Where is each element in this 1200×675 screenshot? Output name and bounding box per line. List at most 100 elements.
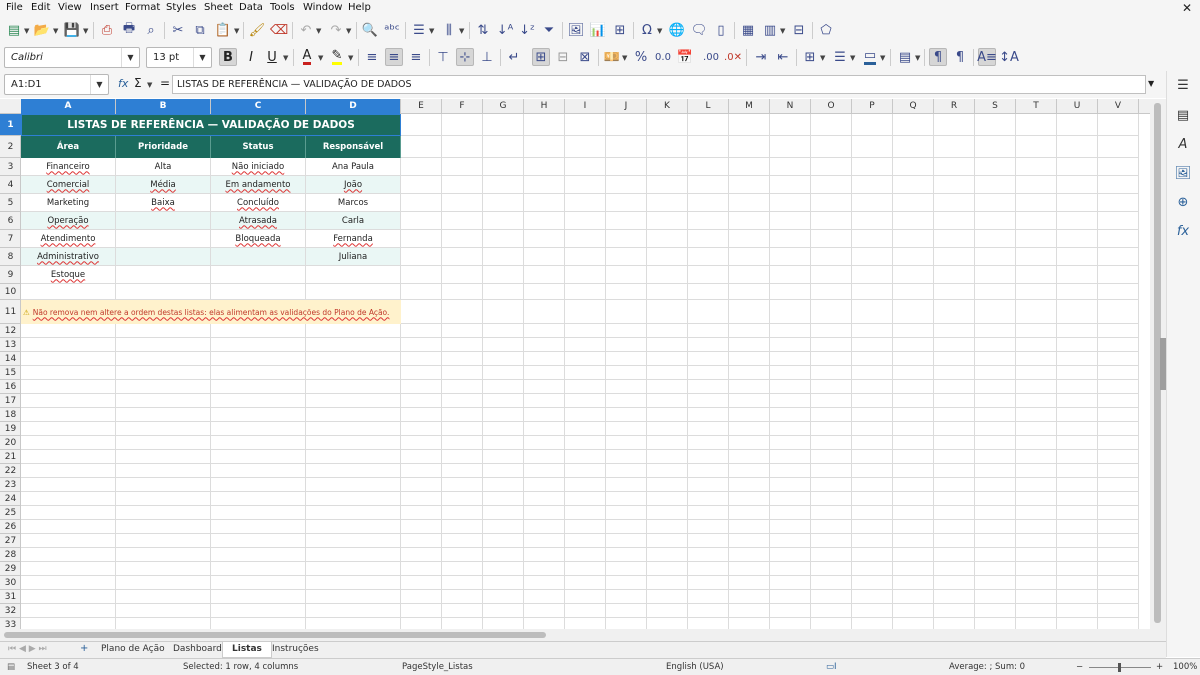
row-header-4[interactable]: 4 <box>0 176 21 194</box>
column-header-v[interactable]: V <box>1098 99 1139 114</box>
tab-scroll-arrows[interactable]: ⏮ ◀ ▶ ⏭ <box>8 644 47 654</box>
chevron-down-icon[interactable]: ▼ <box>193 48 211 67</box>
menu-styles[interactable]: Styles <box>166 2 196 13</box>
increase-indent-icon[interactable]: ⇥ <box>752 48 770 66</box>
navigator-icon[interactable]: ⊕ <box>1174 193 1192 211</box>
row-header-30[interactable]: 30 <box>0 576 21 590</box>
cell-a9[interactable]: Estoque <box>21 266 116 284</box>
column-header-t[interactable]: T <box>1016 99 1057 114</box>
split-window-icon[interactable]: ⊟ <box>790 21 808 39</box>
row-header-32[interactable]: 32 <box>0 604 21 618</box>
spelling-icon[interactable]: ᵃᵇᶜ <box>383 21 401 39</box>
row-header-9[interactable]: 9 <box>0 266 21 284</box>
zoom-in-icon[interactable]: + <box>1156 662 1163 672</box>
warning-note-cell[interactable]: ⚠ Não remova nem altere a ordem destas l… <box>21 300 401 324</box>
column-header-e[interactable]: E <box>401 99 442 114</box>
align-top-icon[interactable]: ⊤ <box>434 48 452 66</box>
column-header-o[interactable]: O <box>811 99 852 114</box>
show-draw-functions-icon[interactable]: ⬠ <box>817 21 835 39</box>
font-color-icon[interactable]: A <box>298 48 316 66</box>
pivot-table-icon[interactable]: ⊞ <box>611 21 629 39</box>
sort-ascending-icon[interactable]: ↓ᴬ <box>496 21 514 39</box>
sort-icon[interactable]: ⇅ <box>474 21 492 39</box>
column-header-u[interactable]: U <box>1057 99 1098 114</box>
close-document-icon[interactable]: ✕ <box>1182 1 1192 15</box>
sheet-title-cell[interactable]: LISTAS DE REFERÊNCIA — VALIDAÇÃO DE DADO… <box>21 114 401 136</box>
selection-mode-icon[interactable]: ▭I <box>826 662 837 672</box>
row-header-33[interactable]: 33 <box>0 618 21 630</box>
row-header-11[interactable]: 11 <box>0 300 21 324</box>
undo-icon[interactable]: ↶ <box>297 21 315 39</box>
align-left-icon[interactable]: ≡ <box>363 48 381 66</box>
tab-listas[interactable]: Listas <box>222 642 272 658</box>
column-header-d[interactable]: D <box>306 99 401 114</box>
row-header-2[interactable]: 2 <box>0 136 21 158</box>
row-header-12[interactable]: 12 <box>0 324 21 338</box>
column-header-s[interactable]: S <box>975 99 1016 114</box>
row-header-22[interactable]: 22 <box>0 464 21 478</box>
column-header-h[interactable]: H <box>524 99 565 114</box>
cell-d3[interactable]: Ana Paula <box>306 158 401 176</box>
row-header-3[interactable]: 3 <box>0 158 21 176</box>
tab-instrucoes[interactable]: Instruções <box>272 644 319 654</box>
cell-b7[interactable] <box>116 230 211 248</box>
horizontal-scrollbar[interactable] <box>0 629 1166 641</box>
page-style[interactable]: PageStyle_Listas <box>402 662 473 672</box>
merge-center-icon[interactable]: ⊞ <box>532 48 550 66</box>
cell-b8[interactable] <box>116 248 211 266</box>
row-icon[interactable]: ☰ <box>410 21 428 39</box>
print-icon[interactable]: 🖶 <box>120 21 138 39</box>
row-header-8[interactable]: 8 <box>0 248 21 266</box>
currency-format-icon[interactable]: 💴 <box>603 48 621 66</box>
cell-c5[interactable]: Concluído <box>211 194 306 212</box>
row-header-6[interactable]: 6 <box>0 212 21 230</box>
save-icon[interactable]: 💾 <box>63 21 81 39</box>
text-vertical-icon[interactable]: ↕A <box>999 48 1019 66</box>
add-sheet-icon[interactable]: + <box>80 643 88 654</box>
column-header-c[interactable]: C <box>211 99 306 114</box>
cell-d4[interactable]: João <box>306 176 401 194</box>
row-header-18[interactable]: 18 <box>0 408 21 422</box>
row-header-29[interactable]: 29 <box>0 562 21 576</box>
percent-format-icon[interactable]: % <box>632 48 650 66</box>
column-header-r[interactable]: R <box>934 99 975 114</box>
row-header-24[interactable]: 24 <box>0 492 21 506</box>
define-print-area-icon[interactable]: ▦ <box>739 21 757 39</box>
highlight-color-icon[interactable]: ✎ <box>328 48 346 66</box>
sidebar-menu-icon[interactable]: ☰ <box>1174 76 1192 94</box>
column-header-l[interactable]: L <box>688 99 729 114</box>
cell-d9[interactable] <box>306 266 401 284</box>
row-header-15[interactable]: 15 <box>0 366 21 380</box>
row-header-7[interactable]: 7 <box>0 230 21 248</box>
menu-view[interactable]: View <box>58 2 82 13</box>
expand-formula-icon[interactable]: ▼ <box>1148 79 1154 88</box>
column-header-f[interactable]: F <box>442 99 483 114</box>
cell-a5[interactable]: Marketing <box>21 194 116 212</box>
headers-footers-icon[interactable]: ▯ <box>712 21 730 39</box>
cell-b5[interactable]: Baixa <box>116 194 211 212</box>
cell-a8[interactable]: Administrativo <box>21 248 116 266</box>
menu-format[interactable]: Format <box>125 2 160 13</box>
column-header-m[interactable]: M <box>729 99 770 114</box>
cell-a4[interactable]: Comercial <box>21 176 116 194</box>
row-header-14[interactable]: 14 <box>0 352 21 366</box>
cell-b6[interactable] <box>116 212 211 230</box>
row-header-23[interactable]: 23 <box>0 478 21 492</box>
center-vertically-icon[interactable]: ⊹ <box>456 48 474 66</box>
insert-image-icon[interactable]: 🖼 <box>567 21 585 39</box>
cell-c6[interactable]: Atrasada <box>211 212 306 230</box>
menu-insert[interactable]: Insert <box>90 2 119 13</box>
functions-icon[interactable]: fx <box>1174 222 1192 240</box>
gallery-icon[interactable]: 🖼 <box>1174 164 1192 182</box>
menu-sheet[interactable]: Sheet <box>204 2 233 13</box>
italic-button[interactable]: I <box>242 48 260 66</box>
row-header-16[interactable]: 16 <box>0 380 21 394</box>
date-format-icon[interactable]: 📅 <box>676 48 694 66</box>
tab-plano-de-acao[interactable]: Plano de Ação <box>101 644 165 654</box>
formula-input[interactable]: LISTAS DE REFERÊNCIA — VALIDAÇÃO DE DADO… <box>172 75 1146 94</box>
underline-button[interactable]: U <box>263 48 281 66</box>
row-header-19[interactable]: 19 <box>0 422 21 436</box>
bold-button[interactable]: B <box>219 48 237 66</box>
cell-c4[interactable]: Em andamento <box>211 176 306 194</box>
function-wizard-icon[interactable]: fx <box>118 77 128 90</box>
